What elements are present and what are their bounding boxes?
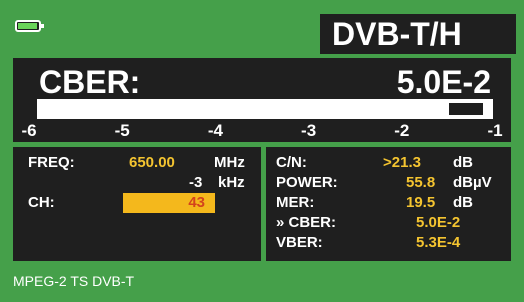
scale-tick: -5 bbox=[114, 121, 130, 140]
vber-label: VBER: bbox=[276, 234, 323, 251]
channel-label: CH: bbox=[28, 194, 55, 211]
cber-row-value: 5.0E-2 bbox=[416, 214, 461, 231]
power-value: 55.8 bbox=[406, 174, 436, 191]
cn-value: >21.3 bbox=[383, 154, 421, 171]
freq-label: FREQ: bbox=[28, 154, 75, 171]
scale-tick: -1 bbox=[487, 121, 503, 140]
meter-screen: DVB-T/H CBER: 5.0E-2 -6 -5 -4 -3 -2 -1 FREQ: … bbox=[0, 0, 524, 302]
offset-unit: kHz bbox=[218, 174, 245, 191]
cber-bar bbox=[37, 99, 493, 119]
scale-tick: -4 bbox=[207, 121, 223, 140]
cber-panel: CBER: 5.0E-2 -6 -5 -4 -3 -2 -1 bbox=[13, 58, 511, 142]
mer-value: 19.5 bbox=[406, 194, 436, 211]
scale-tick: -3 bbox=[301, 121, 317, 140]
freq-unit: MHz bbox=[214, 154, 245, 171]
cber-value: 5.0E-2 bbox=[396, 64, 491, 100]
scale-tick: -6 bbox=[21, 121, 37, 140]
cn-unit: dB bbox=[453, 154, 473, 171]
cber-label: CBER: bbox=[39, 64, 141, 100]
measurements-panel: C/N: >21.3 dB POWER: 55.8 dBµV MER: 19.5… bbox=[266, 147, 511, 261]
status-text: MPEG-2 TS DVB-T bbox=[13, 273, 135, 289]
battery-level bbox=[18, 23, 37, 29]
power-label: POWER: bbox=[276, 174, 338, 191]
mer-unit: dB bbox=[453, 194, 473, 211]
power-unit: dBµV bbox=[453, 174, 492, 191]
mode-title: DVB-T/H bbox=[320, 14, 516, 54]
freq-value: 650.00 bbox=[129, 154, 175, 171]
channel-value[interactable]: 43 bbox=[123, 193, 215, 213]
battery-icon bbox=[15, 20, 44, 32]
mer-label: MER: bbox=[276, 194, 315, 211]
cber-scale: -6 -5 -4 -3 -2 -1 bbox=[19, 121, 505, 141]
vber-value: 5.3E-4 bbox=[416, 234, 461, 251]
offset-value: -3 bbox=[189, 174, 203, 191]
cn-label: C/N: bbox=[276, 154, 307, 171]
cber-row-label: » CBER: bbox=[276, 214, 337, 231]
cber-bar-marker bbox=[446, 101, 485, 117]
frequency-panel: FREQ: 650.00 MHz -3 kHz CH: 43 bbox=[13, 147, 261, 261]
scale-tick: -2 bbox=[394, 121, 410, 140]
